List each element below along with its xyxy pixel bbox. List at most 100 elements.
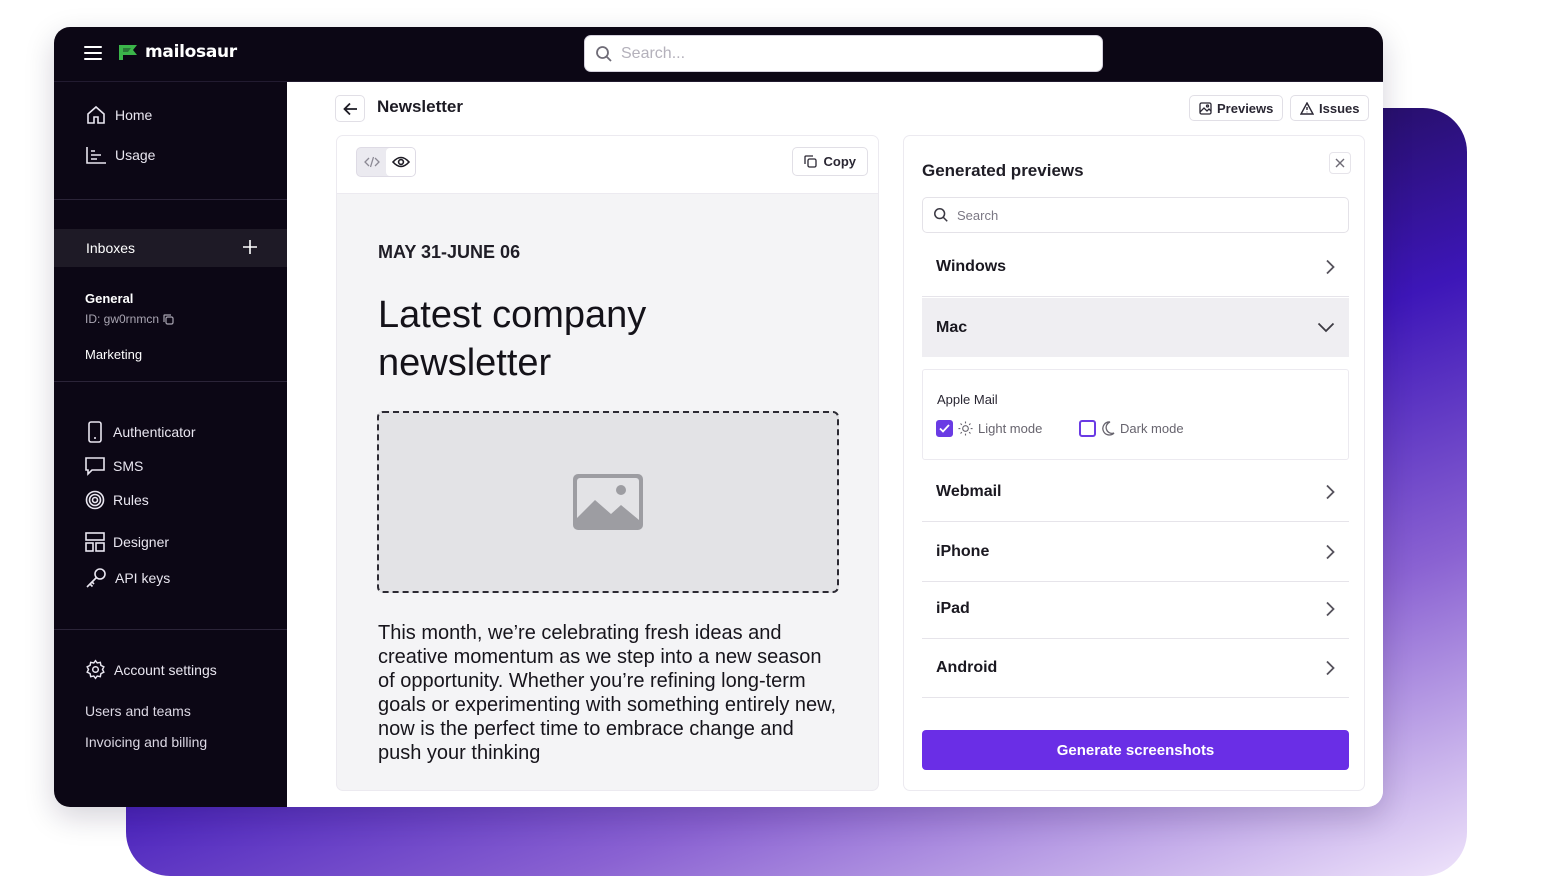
menu-icon[interactable] [84, 43, 104, 63]
generate-screenshots-button[interactable]: Generate screenshots [922, 730, 1349, 770]
code-view-toggle[interactable] [357, 148, 386, 176]
sidebar-item-authenticator[interactable]: Authenticator [85, 421, 196, 443]
image-placeholder-icon [573, 474, 643, 530]
inboxes-label: Inboxes [86, 240, 136, 256]
email-preview-card: Copy MAY 31-JUNE 06 Latest company newsl… [336, 135, 879, 791]
previews-label: Previews [1217, 100, 1274, 116]
back-button[interactable] [335, 95, 365, 122]
layout-icon [85, 532, 105, 552]
issues-button[interactable]: Issues [1290, 95, 1370, 121]
chevron-right-icon [1326, 660, 1335, 676]
add-inbox-icon[interactable] [241, 238, 259, 256]
inbox-id-text: ID: gw0rnmcn [85, 312, 160, 326]
sidebar-item-designer[interactable]: Designer [85, 532, 169, 552]
email-date: MAY 31-JUNE 06 [378, 242, 521, 262]
dark-mode-checkbox[interactable] [1079, 420, 1096, 437]
copy-button[interactable]: Copy [791, 147, 868, 176]
sidebar-item-label: Designer [113, 534, 170, 550]
client-row-android[interactable]: Android [922, 639, 1349, 698]
image-icon [1199, 101, 1212, 115]
client-name: iPhone [936, 543, 990, 560]
global-search-input[interactable] [621, 44, 1061, 63]
dark-mode-label: Dark mode [1120, 421, 1184, 436]
logo[interactable]: mailosaur [117, 41, 237, 63]
dark-mode-option[interactable]: Dark mode [1079, 420, 1184, 437]
message-icon [85, 457, 105, 476]
client-row-windows[interactable]: Windows [922, 238, 1349, 297]
sidebar-item-rules[interactable]: Rules [85, 490, 149, 510]
chevron-right-icon [1326, 601, 1335, 617]
previews-button[interactable]: Previews [1189, 95, 1284, 121]
sidebar-item-label: Home [115, 107, 153, 123]
inbox-general-id: ID: gw0rnmcn [85, 312, 174, 326]
previews-search[interactable] [922, 197, 1349, 233]
code-icon [363, 156, 380, 168]
close-panel-button[interactable] [1329, 152, 1351, 174]
sidebar-item-api-keys[interactable]: API keys [85, 567, 170, 589]
client-row-iphone[interactable]: iPhone [922, 523, 1349, 582]
inbox-marketing[interactable]: Marketing [85, 347, 142, 362]
sidebar-item-account-settings[interactable]: Account settings [85, 659, 217, 680]
client-row-mac[interactable]: Mac [922, 298, 1349, 357]
inbox-general[interactable]: General [85, 291, 133, 306]
sidebar-link-users-and-teams[interactable]: Users and teams [85, 703, 191, 719]
generated-previews-panel: Generated previews Windows Mac Apple Mai… [903, 135, 1365, 791]
client-app-apple-mail: Apple Mail [937, 392, 998, 407]
sidebar-item-usage[interactable]: Usage [85, 145, 155, 165]
preview-view-toggle[interactable] [386, 148, 415, 176]
eye-icon [391, 156, 410, 168]
copy-id-icon[interactable] [163, 313, 174, 325]
email-title: Latest company newsletter [378, 294, 647, 384]
sidebar-divider [54, 199, 287, 200]
arrow-left-icon [342, 102, 357, 115]
issues-label: Issues [1319, 100, 1360, 116]
sidebar-item-label: Rules [113, 492, 149, 508]
phone-icon [88, 421, 102, 443]
logo-flag-icon [119, 45, 137, 60]
copy-label: Copy [823, 154, 857, 169]
client-row-webmail[interactable]: Webmail [922, 463, 1349, 522]
app-window: mailosaur Home Usage Inboxes General ID:… [54, 27, 1383, 807]
sun-icon [958, 421, 973, 436]
sidebar-divider [54, 629, 287, 630]
close-icon [1335, 158, 1345, 168]
copy-icon [803, 155, 817, 168]
sidebar-item-label: Authenticator [113, 424, 196, 440]
client-row-ipad[interactable]: iPad [922, 580, 1349, 639]
check-icon [939, 424, 950, 433]
warning-icon [1300, 101, 1314, 115]
sidebar: Home Usage Inboxes General ID: gw0rnmcn … [54, 82, 287, 807]
moon-icon [1102, 421, 1115, 436]
sidebar-item-label: Usage [115, 147, 156, 163]
chevron-right-icon [1326, 484, 1335, 500]
key-icon [86, 568, 106, 588]
page-title: Newsletter [377, 97, 463, 116]
client-name: Webmail [936, 483, 1002, 500]
view-toggle [356, 147, 416, 177]
light-mode-checkbox[interactable] [936, 420, 953, 437]
sidebar-item-sms[interactable]: SMS [85, 456, 143, 476]
search-icon [934, 208, 948, 222]
target-icon [85, 490, 105, 510]
gear-icon [86, 659, 105, 680]
sidebar-divider [54, 381, 287, 382]
mac-clients-list: Apple Mail Light mode Dark mode [922, 369, 1349, 460]
sidebar-item-label: Account settings [114, 661, 217, 678]
light-mode-label: Light mode [978, 421, 1043, 436]
light-mode-option[interactable]: Light mode [936, 420, 1042, 437]
inboxes-header[interactable]: Inboxes [54, 229, 287, 267]
logo-text: mailosaur [145, 42, 237, 62]
chart-icon [86, 147, 106, 164]
chevron-down-icon [1317, 322, 1335, 333]
panel-title: Generated previews [922, 161, 1084, 180]
sidebar-item-home[interactable]: Home [85, 104, 152, 126]
sidebar-link-invoicing-and-billing[interactable]: Invoicing and billing [85, 734, 207, 750]
global-search[interactable] [584, 35, 1103, 72]
image-placeholder [377, 411, 839, 593]
client-name: iPad [936, 600, 970, 617]
sidebar-item-label: API keys [115, 570, 171, 586]
client-name: Android [936, 659, 998, 676]
previews-search-input[interactable] [957, 207, 1337, 223]
search-icon [596, 45, 612, 62]
chevron-right-icon [1326, 259, 1335, 275]
